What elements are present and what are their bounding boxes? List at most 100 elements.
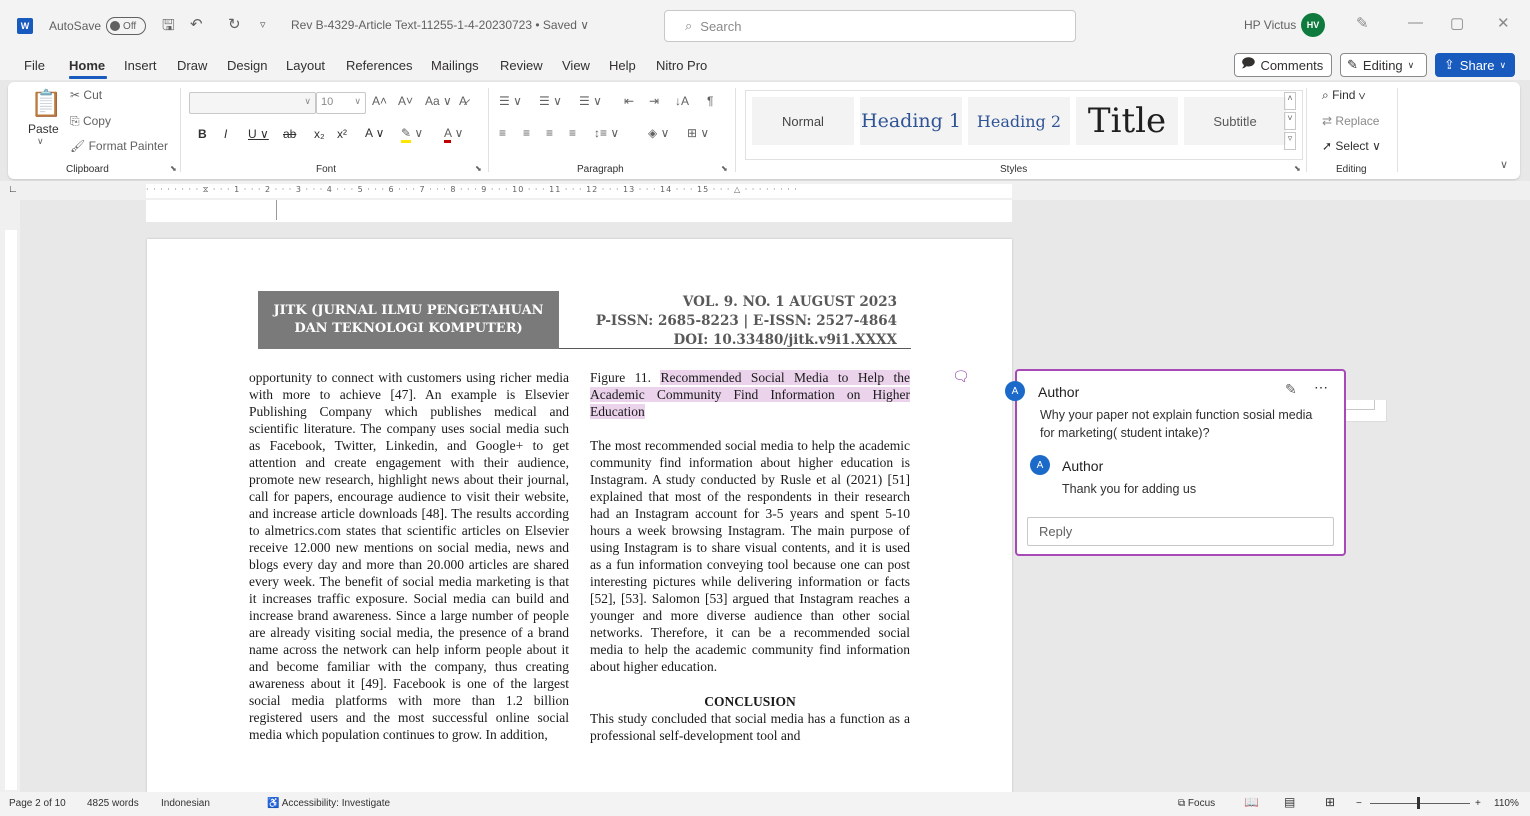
body-paragraph[interactable]: The most recommended social media to hel… <box>590 437 910 675</box>
style-subtitle[interactable]: Subtitle <box>1184 97 1286 145</box>
italic-icon[interactable]: I <box>224 127 227 141</box>
subscript-icon[interactable]: x₂ <box>314 127 325 141</box>
close-icon[interactable]: ✕ <box>1497 14 1510 32</box>
text-effects-icon[interactable]: A ∨ <box>365 126 384 140</box>
style-title[interactable]: Title <box>1076 97 1178 145</box>
multilevel-list-icon[interactable]: ☰ ∨ <box>579 94 602 108</box>
zoom-slider[interactable] <box>1370 803 1470 804</box>
bold-icon[interactable]: B <box>198 127 207 141</box>
more-options-icon[interactable]: ⋯ <box>1314 379 1328 396</box>
superscript-icon[interactable]: x² <box>337 127 347 141</box>
document-title[interactable]: Rev B-4329-Article Text-11255-1-4-202307… <box>291 18 589 32</box>
tab-mailings[interactable]: Mailings <box>431 58 479 73</box>
horizontal-ruler[interactable]: ∟ · · · · · · · · ⧖ · · · 1 · · · 2 · · … <box>0 181 1530 200</box>
autosave-toggle[interactable]: Off <box>106 17 147 35</box>
accessibility-status[interactable]: ♿ Accessibility: Investigate <box>267 798 390 809</box>
dialog-launcher-icon[interactable]: ⬊ <box>170 164 177 173</box>
align-center-icon[interactable]: ≡ <box>523 126 530 140</box>
shading-icon[interactable]: ◈ ∨ <box>648 126 669 140</box>
language-status[interactable]: Indonesian <box>161 798 210 809</box>
find-button[interactable]: ⌕ Find ∨ <box>1322 88 1366 103</box>
font-color-icon[interactable]: A ∨ <box>444 126 463 143</box>
clear-formatting-icon[interactable]: A̷ <box>459 94 467 108</box>
align-right-icon[interactable]: ≡ <box>546 126 553 140</box>
styles-scroll-up-icon[interactable]: ˄ <box>1284 92 1296 110</box>
style-heading-2[interactable]: Heading 2 <box>968 97 1070 145</box>
justify-icon[interactable]: ≡ <box>569 126 576 140</box>
shrink-font-icon[interactable]: A˅ <box>398 94 413 108</box>
increase-indent-icon[interactable]: ⇥ <box>649 94 659 108</box>
document-page[interactable]: JITK (JURNAL ILMU PENGETAHUAN DAN TEKNOL… <box>147 239 1012 792</box>
tab-draw[interactable]: Draw <box>177 58 207 73</box>
user-avatar[interactable]: HV <box>1301 13 1325 37</box>
tab-help[interactable]: Help <box>609 58 636 73</box>
format-painter-button[interactable]: 🖌 Format Painter <box>70 139 168 153</box>
underline-icon[interactable]: U ∨ <box>248 127 269 141</box>
save-icon[interactable]: 🖫 <box>162 15 175 40</box>
comment-marker-icon[interactable]: 🗨 <box>952 368 970 385</box>
change-case-icon[interactable]: Aa ∨ <box>425 94 452 108</box>
cut-button[interactable]: ✂ Cut <box>70 88 102 102</box>
align-left-icon[interactable]: ≡ <box>499 126 506 140</box>
ruler-track[interactable]: · · · · · · · · ⧖ · · · 1 · · · 2 · · · … <box>146 184 1012 198</box>
collapse-ribbon-icon[interactable]: ∨ <box>1500 158 1508 171</box>
undo-icon[interactable]: ↶ <box>190 15 203 33</box>
print-layout-icon[interactable]: ▤ <box>1284 795 1295 809</box>
conclusion-heading[interactable]: CONCLUSION <box>590 693 910 710</box>
search-input[interactable]: ⌕ Search <box>664 10 1076 42</box>
decrease-indent-icon[interactable]: ⇤ <box>624 94 634 108</box>
autosave-control[interactable]: AutoSave Off <box>49 17 147 35</box>
restore-icon[interactable]: ▢ <box>1450 14 1464 32</box>
comments-button[interactable]: 🗩 Comments <box>1234 53 1332 77</box>
tab-layout[interactable]: Layout <box>286 58 325 73</box>
pilcrow-icon[interactable]: ¶ <box>707 94 713 108</box>
paste-icon[interactable]: 📋 <box>30 88 62 119</box>
select-button[interactable]: ➚ Select ∨ <box>1322 139 1381 153</box>
bullets-icon[interactable]: ☰ ∨ <box>499 94 522 108</box>
zoom-slider-thumb[interactable] <box>1417 797 1420 809</box>
style-normal[interactable]: Normal <box>752 97 854 145</box>
focus-mode-button[interactable]: ⧉ Focus <box>1178 798 1215 809</box>
zoom-out-icon[interactable]: − <box>1356 798 1362 809</box>
share-button[interactable]: ⇪ Share ∨ <box>1435 53 1515 77</box>
conclusion-paragraph[interactable]: This study concluded that social media h… <box>590 710 910 744</box>
zoom-level[interactable]: 110% <box>1494 798 1519 809</box>
copy-button[interactable]: ⎘ Copy <box>70 114 111 129</box>
figure-caption[interactable]: Figure 11. Recommended Social Media to H… <box>590 369 910 420</box>
style-heading-1[interactable]: Heading 1 <box>860 97 962 145</box>
left-column[interactable]: opportunity to connect with customers us… <box>249 369 569 743</box>
chevron-down-icon[interactable]: ∨ <box>37 136 44 147</box>
tab-review[interactable]: Review <box>500 58 543 73</box>
edit-comment-icon[interactable]: ✎ <box>1285 381 1297 398</box>
tab-references[interactable]: References <box>346 58 412 73</box>
sort-icon[interactable]: ↓A <box>675 94 689 108</box>
tab-insert[interactable]: Insert <box>124 58 157 73</box>
left-column-text[interactable]: opportunity to connect with customers us… <box>249 369 569 743</box>
tab-home[interactable]: Home <box>69 58 105 73</box>
comment-thread[interactable]: A Author ✎ ⋯ Why your paper not explain … <box>1005 369 1346 556</box>
grow-font-icon[interactable]: A˄ <box>372 94 387 108</box>
tab-view[interactable]: View <box>562 58 590 73</box>
reply-input[interactable]: Reply <box>1027 517 1334 546</box>
dialog-launcher-icon[interactable]: ⬊ <box>721 164 728 173</box>
vertical-ruler[interactable] <box>0 200 20 792</box>
dialog-launcher-icon[interactable]: ⬊ <box>1294 164 1301 173</box>
tab-selector-icon[interactable]: ∟ <box>8 184 18 195</box>
minimize-icon[interactable]: — <box>1408 14 1423 31</box>
highlight-icon[interactable]: ✎ ∨ <box>401 126 423 143</box>
tab-design[interactable]: Design <box>227 58 267 73</box>
word-count[interactable]: 4825 words <box>87 798 139 809</box>
numbering-icon[interactable]: ☰ ∨ <box>539 94 562 108</box>
dialog-launcher-icon[interactable]: ⬊ <box>475 164 482 173</box>
tab-file[interactable]: File <box>24 58 45 73</box>
right-column[interactable]: Figure 11. Recommended Social Media to H… <box>590 369 910 744</box>
styles-more-icon[interactable]: ▿ <box>1284 132 1296 150</box>
redo-icon[interactable]: ↻ <box>228 15 241 33</box>
replace-button[interactable]: ⇄ Replace <box>1322 114 1379 128</box>
tab-nitro-pro[interactable]: Nitro Pro <box>656 58 707 73</box>
editing-mode-button[interactable]: ✎ Editing ∨ <box>1340 53 1427 77</box>
borders-icon[interactable]: ⊞ ∨ <box>687 126 709 140</box>
font-name-select[interactable]: ∨ <box>189 92 316 114</box>
page-count[interactable]: Page 2 of 10 <box>9 798 66 809</box>
customize-toolbar-icon[interactable]: ▿ <box>260 18 266 31</box>
